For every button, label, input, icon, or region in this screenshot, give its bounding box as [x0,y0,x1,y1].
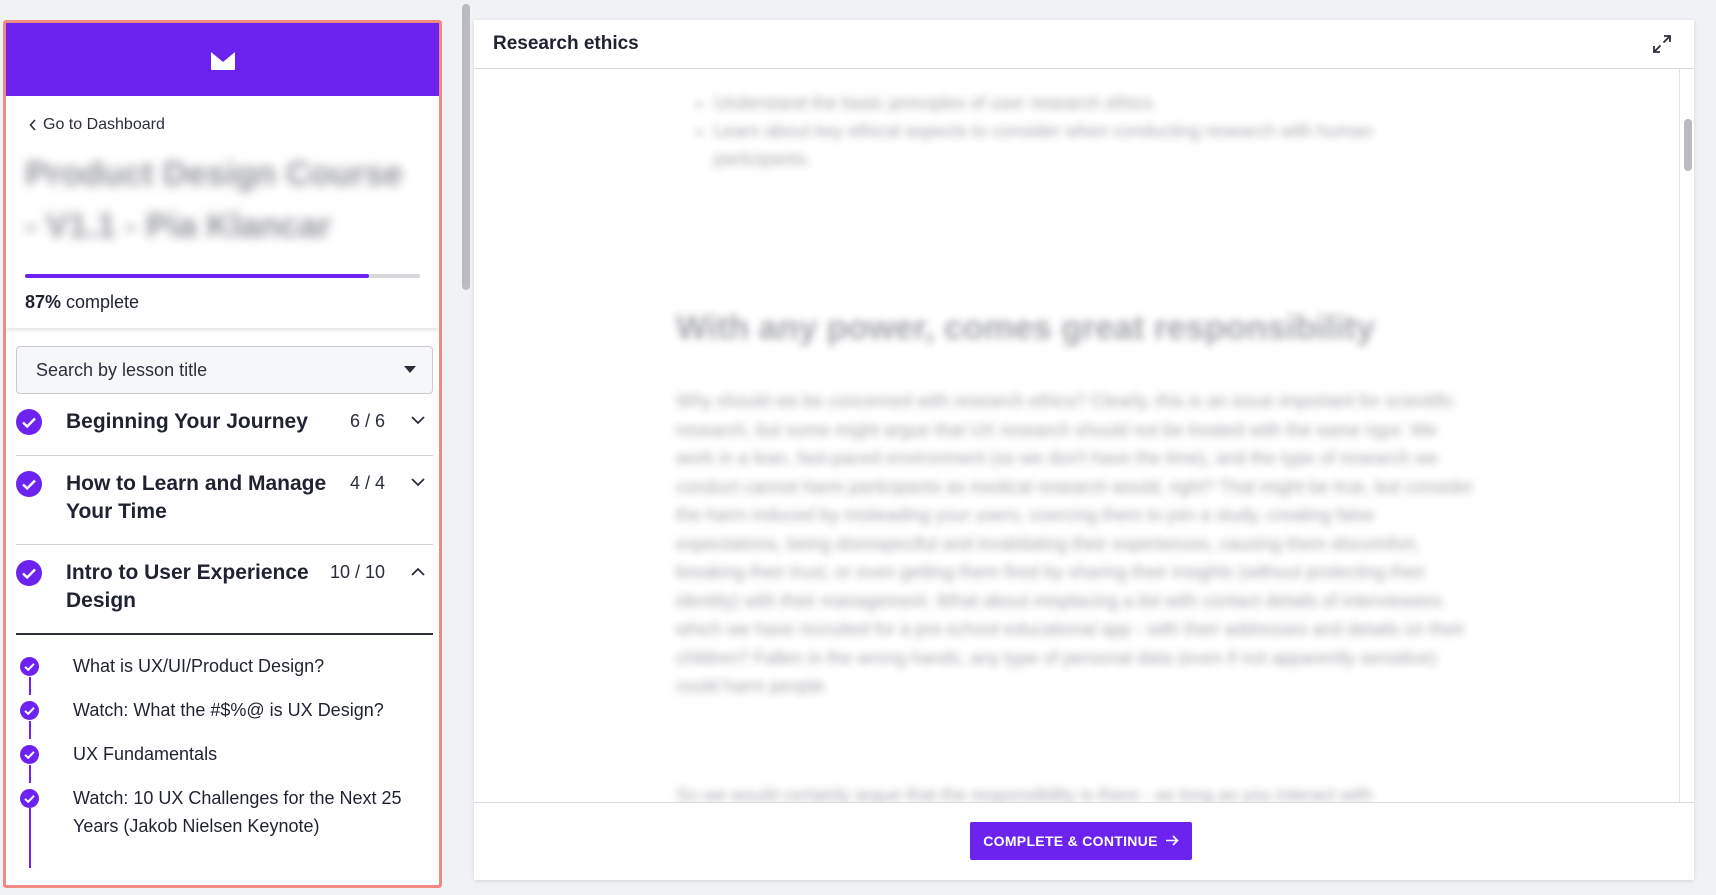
lesson-content[interactable]: Understand the basic principles of user … [474,69,1679,803]
progress-bar [25,274,420,278]
check-circle-icon [20,745,39,764]
lesson-item[interactable]: What is UX/UI/Product Design? [16,652,433,696]
section-count: 10 / 10 [329,562,385,582]
lesson-item[interactable]: UX Fundamentals [16,740,433,784]
course-sidebar: Go to Dashboard Product Design Course - … [3,20,442,888]
lesson-title: UX Fundamentals [73,744,218,764]
content-heading: With any power, comes great responsibili… [676,309,1375,347]
objective-item: Understand the basic principles of user … [714,89,1434,117]
lesson-title: Research ethics [493,33,639,54]
lesson-item[interactable]: Watch: What the #$%@ is UX Design? [16,696,433,740]
section-title: Intro to User Experience Design [66,561,309,612]
continue-label: COMPLETE & CONTINUE [983,832,1158,849]
section-count: 4 / 4 [349,473,385,493]
sidebar-scrollbar[interactable] [459,0,473,895]
lesson-panel: Research ethics Understand the basic pri… [474,20,1694,880]
content-scrollbar[interactable] [1679,69,1695,803]
progress-suffix: complete [61,292,140,312]
progress-percent: 87% [25,292,62,312]
course-title: Product Design Course - V1.1 - Pia Klanc… [25,155,403,245]
sidebar-scrollbar-thumb[interactable] [462,4,470,290]
lesson-search-select[interactable]: Search by lesson title [16,346,433,394]
lesson-item[interactable]: Watch: 10 UX Challenges for the Next 25 … [16,784,433,844]
complete-and-continue-button[interactable]: COMPLETE & CONTINUE [970,821,1192,860]
chevron-down-icon [411,416,425,425]
section-beginning-your-journey[interactable]: Beginning Your Journey 6 / 6 [16,394,433,456]
brand-bar [6,23,439,96]
search-placeholder: Search by lesson title [36,359,208,380]
section-count: 6 / 6 [349,411,385,431]
section-title: How to Learn and Manage Your Time [66,472,327,523]
expand-icon[interactable] [1652,34,1672,54]
section-title: Beginning Your Journey [66,410,308,433]
go-to-dashboard-link[interactable]: Go to Dashboard [29,116,420,134]
go-to-dashboard-label: Go to Dashboard [43,116,165,133]
check-circle-icon [16,409,42,435]
check-circle-icon [20,657,39,676]
lesson-header: Research ethics [474,20,1694,69]
content-paragraph: So we would certainly argue that the res… [676,785,1373,803]
chevron-down-icon [411,478,425,487]
check-circle-icon [16,471,42,497]
chevron-up-icon [411,567,425,576]
caret-down-icon [404,366,416,373]
progress-bar-fill [25,274,369,278]
lesson-objectives: Understand the basic principles of user … [684,89,1434,173]
arrow-right-icon [1165,835,1179,846]
check-circle-icon [20,701,39,720]
objective-item: Learn about key ethical aspects to consi… [714,117,1434,173]
section-how-to-learn[interactable]: How to Learn and Manage Your Time 4 / 4 [16,456,433,545]
course-card: Go to Dashboard Product Design Course - … [6,96,439,328]
content-scrollbar-thumb[interactable] [1684,119,1692,171]
check-circle-icon [20,789,39,808]
lesson-title: Watch: 10 UX Challenges for the Next 25 … [73,788,402,836]
section-intro-to-ux-design[interactable]: Intro to User Experience Design 10 / 10 [16,545,433,635]
lesson-title: Watch: What the #$%@ is UX Design? [73,700,384,720]
lesson-title: What is UX/UI/Product Design? [73,656,325,676]
m-logo-icon[interactable] [210,49,236,71]
content-paragraph: Why should we be concerned with research… [676,391,1474,696]
lesson-list: What is UX/UI/Product Design? Watch: Wha… [16,635,433,868]
progress-text: 87% complete [25,292,420,313]
check-circle-icon [16,560,42,586]
chevron-left-icon [29,119,36,131]
lesson-footer: COMPLETE & CONTINUE [474,802,1694,880]
